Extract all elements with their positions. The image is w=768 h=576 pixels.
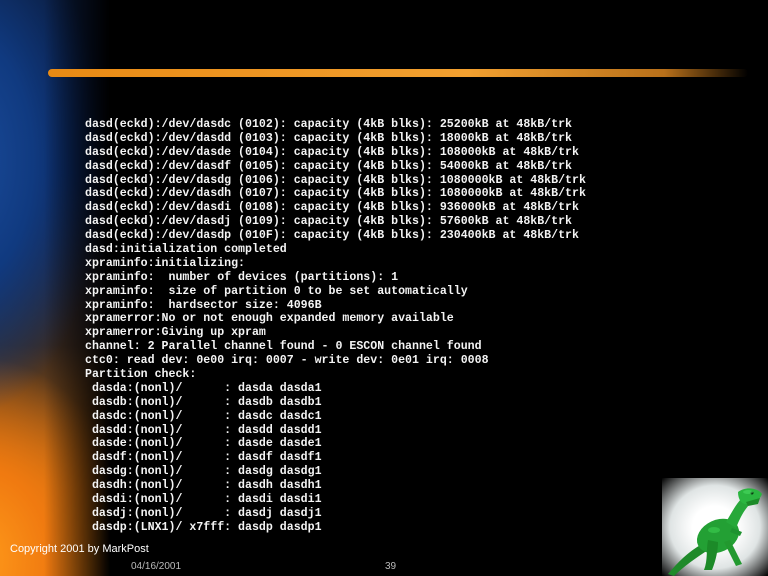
console-line: xpraminfo:initializing: [85, 256, 246, 270]
console-line: dasdf:(nonl)/ : dasdf dasdf1 [85, 451, 322, 465]
console-line: dasdp:(LNX1)/ x7fff: dasdp dasdp1 [85, 520, 322, 534]
console-line: xpraminfo: number of devices (partitions… [85, 270, 399, 284]
console-line: dasdh:(nonl)/ : dasdh dasdh1 [85, 479, 322, 493]
console-line: dasdd:(nonl)/ : dasdd dasdd1 [85, 423, 322, 437]
console-line: dasd(eckd):/dev/dasdh (0107): capacity (… [85, 187, 586, 201]
console-line: dasdj:(nonl)/ : dasdj dasdj1 [85, 506, 322, 520]
slide-date: 04/16/2001 [131, 561, 182, 572]
console-line: dasdi:(nonl)/ : dasdi dasdi1 [85, 493, 322, 507]
console-log: dasd(eckd):/dev/dasdc (0102): capacity (… [85, 118, 685, 535]
console-line: dasd(eckd):/dev/dasdj (0109): capacity (… [85, 215, 573, 229]
console-line: xpraminfo: hardsector size: 4096B [85, 298, 322, 312]
console-line: xpraminfo: size of partition 0 to be set… [85, 284, 468, 298]
console-line: xpramerror:Giving up xpram [85, 326, 266, 340]
console-line: dasd:initialization completed [85, 243, 287, 257]
console-line: ctc0: read dev: 0e00 irq: 0007 - write d… [85, 354, 489, 368]
console-line: dasdb:(nonl)/ : dasdb dasdb1 [85, 395, 322, 409]
console-line: dasd(eckd):/dev/dasdg (0106): capacity (… [85, 173, 586, 187]
console-line: dasd(eckd):/dev/dasdp (010F): capacity (… [85, 229, 579, 243]
copyright-text: Copyright 2001 by MarkPost [10, 543, 149, 555]
console-line: dasd(eckd):/dev/dasdi (0108): capacity (… [85, 201, 579, 215]
title-accent-line [48, 69, 748, 77]
console-line: Partition check: [85, 368, 197, 382]
green-dinosaur-icon [668, 488, 762, 576]
console-line: dasdg:(nonl)/ : dasdg dasdg1 [85, 465, 322, 479]
console-line: dasdc:(nonl)/ : dasdc dasdc1 [85, 409, 322, 423]
console-line: dasda:(nonl)/ : dasda dasda1 [85, 381, 322, 395]
slide-page-number: 39 [385, 561, 397, 572]
console-line: dasd(eckd):/dev/dasdd (0103): capacity (… [85, 131, 573, 145]
console-line: dasd(eckd):/dev/dasdf (0105): capacity (… [85, 159, 573, 173]
console-line: dasd(eckd):/dev/dasde (0104): capacity (… [85, 145, 579, 159]
console-line: xpramerror:No or not enough expanded mem… [85, 312, 454, 326]
console-line: dasde:(nonl)/ : dasde dasde1 [85, 437, 322, 451]
dinosaur-image-frame [662, 478, 768, 576]
console-line: dasd(eckd):/dev/dasdc (0102): capacity (… [85, 118, 573, 131]
console-line: channel: 2 Parallel channel found - 0 ES… [85, 340, 482, 354]
